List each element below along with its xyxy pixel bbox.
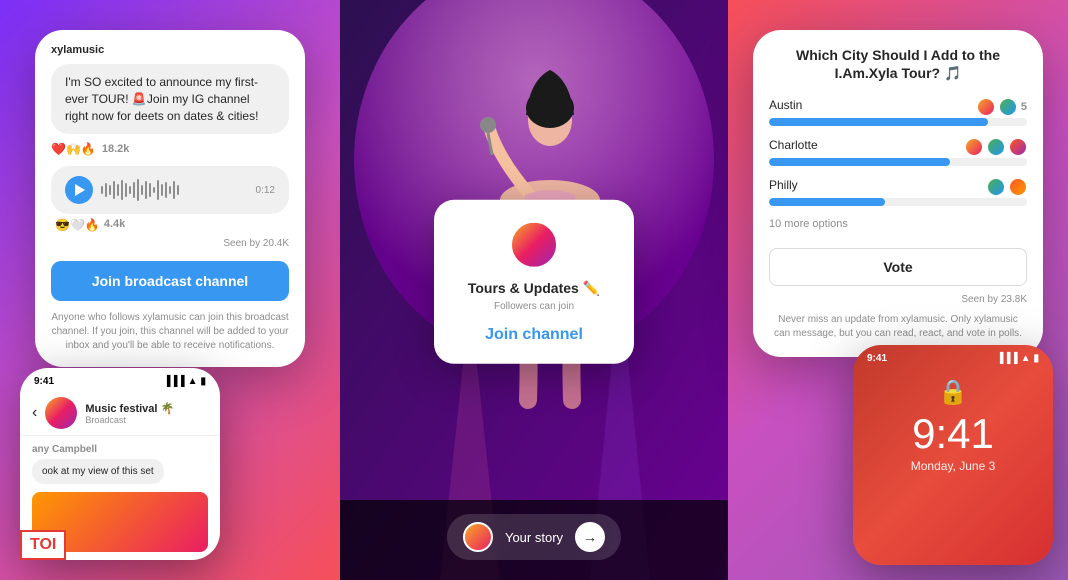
story-label: Your story	[505, 530, 563, 545]
back-arrow-icon[interactable]: ‹	[32, 404, 37, 422]
chat-subtitle: Broadcast	[85, 415, 208, 425]
main-area: xylamusic I'm SO excited to announce my …	[0, 0, 1068, 580]
chat-header: ‹ Music festival 🌴 Broadcast	[20, 391, 220, 436]
lock-screen-body: 🔒 9:41 Monday, June 3	[853, 368, 1053, 473]
lock-icon: 🔒	[938, 378, 968, 407]
story-bar[interactable]: Your story →	[447, 514, 621, 560]
poll-description: Never miss an update from xylamusic. Onl…	[769, 313, 1027, 341]
voter-avatar-5	[1009, 138, 1027, 156]
message-bubble: I'm SO excited to announce my first-ever…	[51, 64, 289, 134]
lock-full-time: 9:41	[912, 413, 994, 455]
status-bar: 9:41 ▐▐▐ ▲ ▮	[20, 368, 220, 391]
battery-icon: ▮	[200, 376, 206, 387]
channel-join-card: Tours & Updates ✏️ Followers can join Jo…	[434, 200, 634, 364]
audio-emojis: 😎🤍🔥	[55, 218, 100, 232]
poll-city-charlotte: Charlotte	[769, 138, 818, 152]
poll-option-charlotte: Charlotte	[769, 138, 1027, 166]
vote-count-austin: 5	[1021, 101, 1027, 113]
center-panel: Tours & Updates ✏️ Followers can join Jo…	[340, 0, 728, 580]
poll-city-philly: Philly	[769, 178, 798, 192]
chat-info: Music festival 🌴 Broadcast	[85, 402, 208, 425]
poll-seen: Seen by 23.8K	[769, 294, 1027, 305]
poll-city-austin: Austin	[769, 98, 802, 112]
message-likes: 18.2k	[102, 143, 130, 155]
audio-duration: 0:12	[256, 185, 275, 196]
toi-badge: TOI	[20, 530, 66, 560]
message-reactions: ❤️🙌🔥 18.2k	[51, 142, 289, 156]
channel-avatar	[509, 220, 559, 270]
story-avatar	[463, 522, 493, 552]
wifi-icon: ▲	[188, 376, 198, 387]
join-channel-button[interactable]: Join channel	[485, 326, 583, 344]
lock-time-small: 9:41	[867, 353, 887, 364]
poll-option-austin: Austin 5	[769, 98, 1027, 126]
seen-count: Seen by 20.4K	[51, 238, 289, 249]
poll-phone: Which City Should I Add to the I.Am.Xyla…	[753, 30, 1043, 357]
lock-signal-icon: ▐▐▐	[996, 353, 1017, 364]
join-description: Anyone who follows xylamusic can join th…	[51, 311, 289, 353]
voter-avatar-2	[999, 98, 1017, 116]
time-display: 9:41	[34, 376, 54, 387]
chat-message: ook at my view of this set	[32, 459, 164, 484]
right-panel: Which City Should I Add to the I.Am.Xyla…	[728, 0, 1068, 580]
left-panel: xylamusic I'm SO excited to announce my …	[0, 0, 340, 580]
play-icon	[75, 184, 85, 196]
voter-avatar-1	[977, 98, 995, 116]
broadcast-phone: xylamusic I'm SO excited to announce my …	[35, 30, 305, 367]
lock-date: Monday, June 3	[911, 459, 996, 473]
poll-bar-austin	[769, 118, 988, 126]
status-icons: ▐▐▐ ▲ ▮	[163, 376, 206, 387]
sender-name: any Campbell	[32, 444, 208, 455]
audio-likes: 4.4k	[104, 218, 125, 232]
more-options-label: 10 more options	[769, 218, 1027, 230]
channel-meta: Followers can join	[454, 301, 614, 312]
poll-title: Which City Should I Add to the I.Am.Xyla…	[769, 46, 1027, 82]
message-emojis: ❤️🙌🔥	[51, 142, 96, 156]
vote-button[interactable]: Vote	[769, 248, 1027, 286]
chat-avatar	[45, 397, 77, 429]
lock-battery-icon: ▮	[1033, 353, 1039, 364]
poll-bar-philly	[769, 198, 885, 206]
chat-title: Music festival 🌴	[85, 402, 208, 415]
lock-status-bar: 9:41 ▐▐▐ ▲ ▮	[853, 345, 1053, 368]
signal-icon: ▐▐▐	[163, 376, 184, 387]
play-button[interactable]	[65, 176, 93, 204]
poll-option-philly: Philly	[769, 178, 1027, 206]
voter-avatar-3	[965, 138, 983, 156]
audio-bubble: 0:12	[51, 166, 289, 214]
audio-reactions: 😎🤍🔥 4.4k	[51, 218, 289, 232]
lock-wifi-icon: ▲	[1021, 353, 1031, 364]
username-label: xylamusic	[51, 44, 289, 56]
join-broadcast-button[interactable]: Join broadcast channel	[51, 261, 289, 301]
lock-status-icons: ▐▐▐ ▲ ▮	[996, 353, 1039, 364]
voter-avatar-6	[987, 178, 1005, 196]
voter-avatar-4	[987, 138, 1005, 156]
waveform	[101, 179, 248, 201]
poll-bar-charlotte	[769, 158, 950, 166]
channel-name: Tours & Updates ✏️	[454, 280, 614, 297]
story-arrow-button[interactable]: →	[575, 522, 605, 552]
lock-screen-phone: 9:41 ▐▐▐ ▲ ▮ 🔒 9:41 Monday, June 3	[853, 345, 1053, 565]
voter-avatar-7	[1009, 178, 1027, 196]
